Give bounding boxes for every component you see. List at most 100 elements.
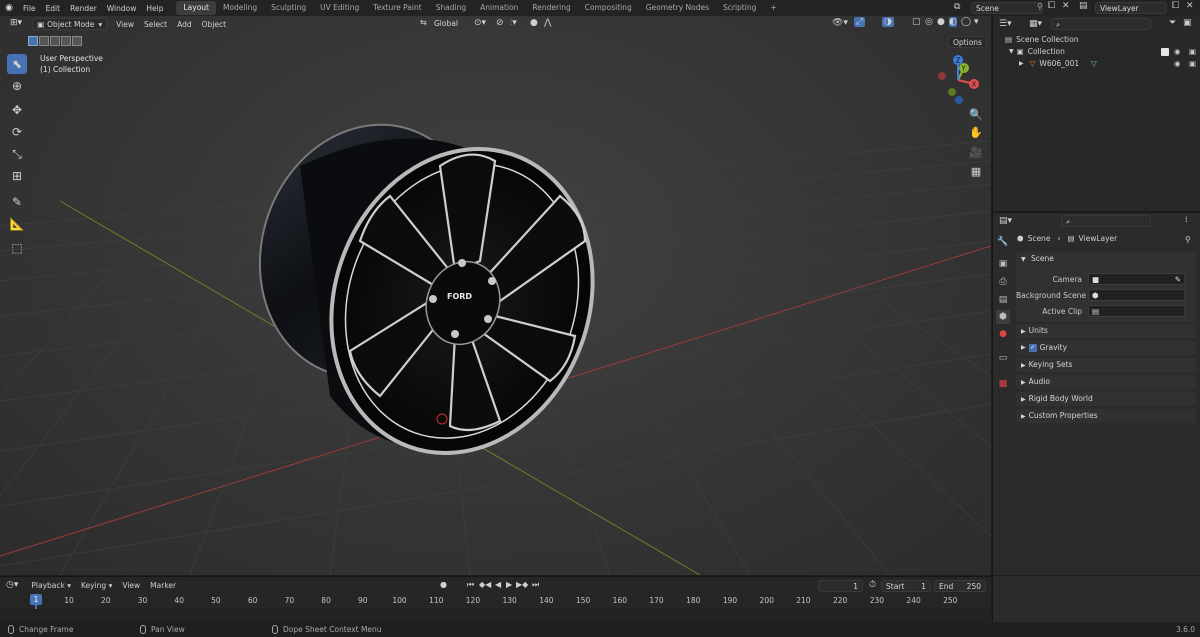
view-layer-selector[interactable]: ViewLayer <box>1095 2 1167 14</box>
scene-selector[interactable]: Scene <box>971 2 1043 14</box>
zoom-icon[interactable]: 🔍 <box>966 104 986 124</box>
move-tool[interactable]: ✥ <box>7 100 27 120</box>
expand-collection-icon[interactable]: ▼ <box>1009 48 1014 55</box>
view-layer-tab-icon[interactable]: ▤ <box>996 293 1010 307</box>
shading-wireframe-icon[interactable]: ◎ <box>925 17 933 27</box>
select-box-tool[interactable]: ⬉ <box>7 54 27 74</box>
menu-object[interactable]: Object <box>197 20 231 29</box>
gravity-checkbox[interactable]: ✓ <box>1028 344 1037 352</box>
tab-compositing[interactable]: Compositing <box>578 1 639 15</box>
camera-field[interactable]: ■ ✎ <box>1088 273 1185 285</box>
expand-object-icon[interactable]: ▶ <box>1019 60 1024 67</box>
gravity-panel[interactable]: ▶ ✓ Gravity <box>1016 341 1196 355</box>
pan-hand-icon[interactable]: ✋ <box>966 122 986 142</box>
menu-help[interactable]: Help <box>141 4 168 13</box>
pin-properties-icon[interactable]: ⚲ <box>1185 235 1191 244</box>
eyedropper-icon[interactable]: ✎ <box>1175 275 1181 284</box>
delete-scene-icon[interactable]: ✕ <box>1062 1 1070 11</box>
menu-file[interactable]: File <box>18 4 41 13</box>
outliner-filter-icon[interactable]: ▦▾ <box>1029 19 1042 29</box>
select-extend-icon[interactable] <box>39 36 49 46</box>
camera-view-icon[interactable]: 🎥 <box>966 142 986 162</box>
tab-rendering[interactable]: Rendering <box>525 1 577 15</box>
annotate-tool[interactable]: ✎ <box>7 192 27 212</box>
tool-tab-icon[interactable]: 🔧 <box>996 235 1010 249</box>
properties-options-icon[interactable]: ⁞ <box>1185 215 1188 224</box>
new-collection-icon[interactable]: ▣ <box>1183 18 1192 28</box>
camera-render-icon[interactable]: ▣ <box>1189 47 1196 56</box>
menu-edit[interactable]: Edit <box>41 4 66 13</box>
timeline-track[interactable] <box>0 609 991 622</box>
perspective-grid-icon[interactable]: ▦ <box>966 161 986 181</box>
tab-animation[interactable]: Animation <box>473 1 525 15</box>
3d-viewport[interactable]: FORD ⊞▾ ▣ Object Mode ▾ View Select Add … <box>0 16 991 575</box>
snap-target-icon[interactable]: ⫶▾ <box>510 18 517 28</box>
add-cube-tool[interactable]: ⬚ <box>7 238 27 258</box>
menu-view[interactable]: View <box>111 20 139 29</box>
cursor-tool[interactable]: ⊕ <box>7 76 27 96</box>
transform-orientation[interactable]: Global <box>430 18 462 30</box>
outliner-row-object[interactable]: ▶ ▽ W606_001 ▽ ◉ ▣ <box>1019 59 1199 68</box>
record-icon[interactable]: ● <box>440 580 447 589</box>
frame-ruler[interactable]: 1 10 20 30 40 50 60 70 80 90 100 110 120 130 140 150 16… <box>0 594 991 621</box>
menu-keying[interactable]: Keying ▾ <box>76 581 117 590</box>
prev-keyframe-icon[interactable]: ◆◀ <box>479 580 491 589</box>
tab-layout[interactable]: Layout <box>176 1 216 15</box>
outliner-search-input[interactable]: ⌕ <box>1051 18 1151 30</box>
scene-tab-icon[interactable]: ⬢ <box>996 310 1010 324</box>
eye-icon[interactable]: ◉ <box>1174 47 1181 56</box>
select-invert-icon[interactable] <box>61 36 71 46</box>
tab-modeling[interactable]: Modeling <box>216 1 264 15</box>
outliner-row-collection[interactable]: ▼ ▣ Collection ◉ ▣ <box>1009 47 1199 56</box>
tab-uv-editing[interactable]: UV Editing <box>313 1 366 15</box>
navigation-gizmo[interactable]: X Y Z <box>932 54 984 106</box>
new-view-layer-icon[interactable]: ⧠ <box>1172 1 1179 11</box>
timeline-editor-icon[interactable]: ◷▾ <box>6 580 18 590</box>
tab-sculpting[interactable]: Sculpting <box>264 1 313 15</box>
select-new-icon[interactable] <box>28 36 38 46</box>
scene-icon[interactable]: ⧉ <box>954 2 960 12</box>
select-intersect-icon[interactable] <box>72 36 82 46</box>
object-camera-icon[interactable]: ▣ <box>1189 59 1196 68</box>
background-field[interactable]: ⬢ <box>1088 289 1185 301</box>
select-subtract-icon[interactable] <box>50 36 60 46</box>
output-tab-icon[interactable]: ⎙ <box>996 275 1010 289</box>
menu-select[interactable]: Select <box>139 20 172 29</box>
keying-sets-panel[interactable]: ▶ Keying Sets <box>1016 358 1196 372</box>
outliner-row-scene-collection[interactable]: ▤ Scene Collection <box>1005 35 1078 44</box>
play-icon[interactable]: ▶ <box>506 580 512 589</box>
falloff-icon[interactable]: ⋀ <box>544 18 551 28</box>
shading-material-icon[interactable]: ◐ <box>949 17 957 27</box>
jump-end-icon[interactable]: ⏭ <box>532 580 539 590</box>
overlay-toggle-icon[interactable]: ◑ <box>882 17 894 27</box>
audio-panel[interactable]: ▶ Audio <box>1016 375 1196 389</box>
playhead[interactable]: 1 <box>30 594 42 605</box>
properties-search-input[interactable]: ⌕ <box>1061 215 1151 227</box>
end-frame-field[interactable]: End 250 <box>934 580 986 592</box>
stopwatch-icon[interactable]: ⏱ <box>869 580 876 590</box>
pivot-icon[interactable]: ⊙▾ <box>474 18 486 28</box>
jump-start-icon[interactable]: ⏮ <box>467 580 474 590</box>
gizmo-toggle-icon[interactable]: ⤢ <box>854 17 866 27</box>
units-panel[interactable]: ▶ Units <box>1016 324 1196 338</box>
visibility-icon[interactable]: 👁▾ <box>832 18 848 28</box>
snap-icon[interactable]: ⊘ <box>496 18 504 28</box>
xray-icon[interactable]: ▢ <box>912 17 921 27</box>
shading-solid-icon[interactable]: ● <box>937 17 945 27</box>
outliner-filter-funnel-icon[interactable]: ⏷ <box>1169 18 1176 28</box>
current-frame-field[interactable]: 1 <box>818 580 863 592</box>
transform-tool[interactable]: ⊞ <box>7 166 27 186</box>
scale-tool[interactable]: ⤡ <box>7 144 27 164</box>
shading-options-icon[interactable]: ▾ <box>974 17 979 27</box>
menu-marker[interactable]: Marker <box>145 581 181 590</box>
editor-type-icon[interactable]: ⊞▾ <box>6 18 26 30</box>
menu-playback[interactable]: Playback ▾ <box>26 581 76 590</box>
options-button[interactable]: Options <box>948 36 987 48</box>
rigid-body-panel[interactable]: ▶ Rigid Body World <box>1016 392 1196 406</box>
menu-add[interactable]: Add <box>172 20 197 29</box>
tab-scripting[interactable]: Scripting <box>716 1 763 15</box>
clip-field[interactable]: ▤ <box>1088 305 1185 317</box>
transform-orientation-icon[interactable]: ⇆ <box>420 18 427 27</box>
view-layer-icon[interactable]: ▤ <box>1079 1 1088 11</box>
tab-shading[interactable]: Shading <box>429 1 473 15</box>
